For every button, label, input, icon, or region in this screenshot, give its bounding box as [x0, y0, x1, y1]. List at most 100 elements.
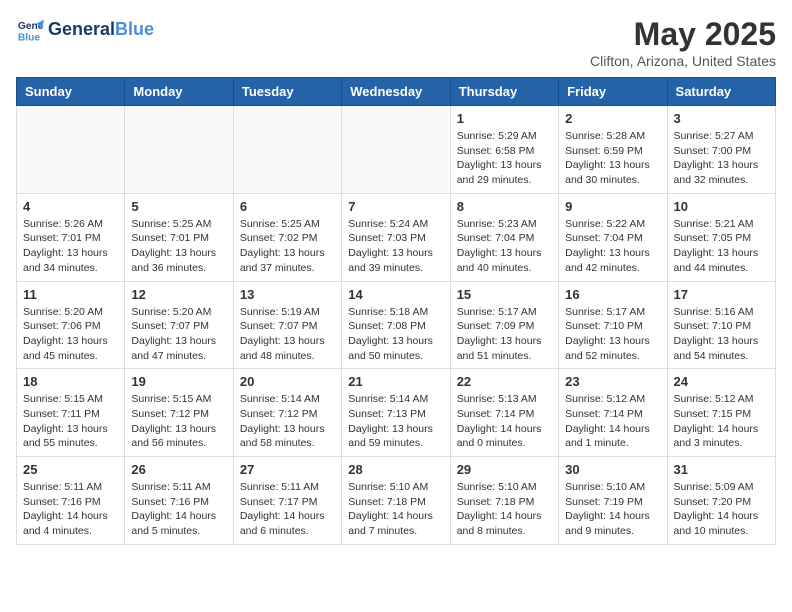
title-block: May 2025 Clifton, Arizona, United States: [590, 16, 776, 69]
calendar-cell: [17, 106, 125, 194]
day-number: 17: [674, 287, 769, 302]
svg-text:Blue: Blue: [18, 32, 41, 43]
calendar-week-row: 18Sunrise: 5:15 AMSunset: 7:11 PMDayligh…: [17, 369, 776, 457]
calendar-cell: 30 Sunrise: 5:10 AMSunset: 7:19 PMDayligh…: [559, 457, 667, 545]
day-number: 24: [674, 374, 769, 389]
calendar-week-row: 4 Sunrise: 5:26 AMSunset: 7:01 PMDaylight…: [17, 193, 776, 281]
day-number: 6: [240, 199, 335, 214]
calendar-week-row: 1 Sunrise: 5:29 AMSunset: 6:58 PMDaylight…: [17, 106, 776, 194]
logo: General Blue GeneralBlue: [16, 16, 154, 44]
day-info: Sunrise: 5:18 AMSunset: 7:08 PMDaylight:…: [348, 305, 443, 364]
calendar-cell: 22Sunrise: 5:13 AMSunset: 7:14 PMDayligh…: [450, 369, 558, 457]
weekday-header: Saturday: [667, 78, 775, 106]
calendar-cell: 7 Sunrise: 5:24 AMSunset: 7:03 PMDaylight…: [342, 193, 450, 281]
calendar-cell: 2 Sunrise: 5:28 AMSunset: 6:59 PMDaylight…: [559, 106, 667, 194]
day-number: 3: [674, 111, 769, 126]
day-info: Sunrise: 5:11 AMSunset: 7:16 PMDaylight:…: [23, 480, 118, 539]
calendar-week-row: 11Sunrise: 5:20 AMSunset: 7:06 PMDayligh…: [17, 281, 776, 369]
calendar-cell: 11Sunrise: 5:20 AMSunset: 7:06 PMDayligh…: [17, 281, 125, 369]
day-number: 20: [240, 374, 335, 389]
day-info: Sunrise: 5:22 AMSunset: 7:04 PMDaylight:…: [565, 217, 660, 276]
day-number: 21: [348, 374, 443, 389]
calendar-cell: 6 Sunrise: 5:25 AMSunset: 7:02 PMDaylight…: [233, 193, 341, 281]
calendar-cell: 3 Sunrise: 5:27 AMSunset: 7:00 PMDaylight…: [667, 106, 775, 194]
logo-text: GeneralBlue: [48, 20, 154, 40]
day-info: Sunrise: 5:27 AMSunset: 7:00 PMDaylight:…: [674, 129, 769, 188]
day-info: Sunrise: 5:10 AMSunset: 7:18 PMDaylight:…: [457, 480, 552, 539]
calendar-cell: [125, 106, 233, 194]
calendar-cell: 9Sunrise: 5:22 AMSunset: 7:04 PMDaylight…: [559, 193, 667, 281]
day-number: 8: [457, 199, 552, 214]
day-info: Sunrise: 5:14 AMSunset: 7:13 PMDaylight:…: [348, 392, 443, 451]
calendar-cell: 29 Sunrise: 5:10 AMSunset: 7:18 PMDayligh…: [450, 457, 558, 545]
calendar-cell: 1 Sunrise: 5:29 AMSunset: 6:58 PMDaylight…: [450, 106, 558, 194]
calendar-cell: 16Sunrise: 5:17 AMSunset: 7:10 PMDayligh…: [559, 281, 667, 369]
calendar-cell: 18Sunrise: 5:15 AMSunset: 7:11 PMDayligh…: [17, 369, 125, 457]
day-info: Sunrise: 5:19 AMSunset: 7:07 PMDaylight:…: [240, 305, 335, 364]
day-info: Sunrise: 5:15 AMSunset: 7:11 PMDaylight:…: [23, 392, 118, 451]
weekday-header: Sunday: [17, 78, 125, 106]
calendar-cell: 31Sunrise: 5:09 AMSunset: 7:20 PMDayligh…: [667, 457, 775, 545]
day-number: 4: [23, 199, 118, 214]
calendar-week-row: 25Sunrise: 5:11 AMSunset: 7:16 PMDayligh…: [17, 457, 776, 545]
day-info: Sunrise: 5:11 AMSunset: 7:16 PMDaylight:…: [131, 480, 226, 539]
day-info: Sunrise: 5:28 AMSunset: 6:59 PMDaylight:…: [565, 129, 660, 188]
calendar-cell: 4 Sunrise: 5:26 AMSunset: 7:01 PMDaylight…: [17, 193, 125, 281]
calendar-cell: 27Sunrise: 5:11 AMSunset: 7:17 PMDayligh…: [233, 457, 341, 545]
calendar-cell: 14Sunrise: 5:18 AMSunset: 7:08 PMDayligh…: [342, 281, 450, 369]
calendar-table: SundayMondayTuesdayWednesdayThursdayFrid…: [16, 77, 776, 545]
day-info: Sunrise: 5:17 AMSunset: 7:09 PMDaylight:…: [457, 305, 552, 364]
day-info: Sunrise: 5:25 AMSunset: 7:02 PMDaylight:…: [240, 217, 335, 276]
day-info: Sunrise: 5:12 AMSunset: 7:15 PMDaylight:…: [674, 392, 769, 451]
day-number: 28: [348, 462, 443, 477]
day-info: Sunrise: 5:14 AMSunset: 7:12 PMDaylight:…: [240, 392, 335, 451]
calendar-cell: 28 Sunrise: 5:10 AMSunset: 7:18 PMDayligh…: [342, 457, 450, 545]
day-number: 23: [565, 374, 660, 389]
weekday-header: Friday: [559, 78, 667, 106]
day-info: Sunrise: 5:12 AMSunset: 7:14 PMDaylight:…: [565, 392, 660, 451]
calendar-cell: 13Sunrise: 5:19 AMSunset: 7:07 PMDayligh…: [233, 281, 341, 369]
page-header: General Blue GeneralBlue May 2025 Clifto…: [16, 16, 776, 69]
day-number: 12: [131, 287, 226, 302]
day-info: Sunrise: 5:10 AMSunset: 7:19 PMDaylight:…: [565, 480, 660, 539]
weekday-header: Monday: [125, 78, 233, 106]
day-info: Sunrise: 5:25 AMSunset: 7:01 PMDaylight:…: [131, 217, 226, 276]
day-info: Sunrise: 5:13 AMSunset: 7:14 PMDaylight:…: [457, 392, 552, 451]
day-number: 29: [457, 462, 552, 477]
location: Clifton, Arizona, United States: [590, 53, 776, 69]
day-info: Sunrise: 5:21 AMSunset: 7:05 PMDaylight:…: [674, 217, 769, 276]
day-number: 10: [674, 199, 769, 214]
day-number: 15: [457, 287, 552, 302]
day-info: Sunrise: 5:29 AMSunset: 6:58 PMDaylight:…: [457, 129, 552, 188]
day-number: 1: [457, 111, 552, 126]
day-number: 26: [131, 462, 226, 477]
day-number: 2: [565, 111, 660, 126]
calendar-cell: 17 Sunrise: 5:16 AMSunset: 7:10 PMDayligh…: [667, 281, 775, 369]
calendar-cell: 8 Sunrise: 5:23 AMSunset: 7:04 PMDaylight…: [450, 193, 558, 281]
logo-icon: General Blue: [16, 16, 44, 44]
day-number: 11: [23, 287, 118, 302]
calendar-cell: [342, 106, 450, 194]
day-info: Sunrise: 5:23 AMSunset: 7:04 PMDaylight:…: [457, 217, 552, 276]
day-info: Sunrise: 5:24 AMSunset: 7:03 PMDaylight:…: [348, 217, 443, 276]
calendar-cell: 15 Sunrise: 5:17 AMSunset: 7:09 PMDayligh…: [450, 281, 558, 369]
day-info: Sunrise: 5:16 AMSunset: 7:10 PMDaylight:…: [674, 305, 769, 364]
calendar-cell: 12Sunrise: 5:20 AMSunset: 7:07 PMDayligh…: [125, 281, 233, 369]
calendar-cell: 25Sunrise: 5:11 AMSunset: 7:16 PMDayligh…: [17, 457, 125, 545]
day-number: 27: [240, 462, 335, 477]
month-title: May 2025: [590, 16, 776, 53]
weekday-header-row: SundayMondayTuesdayWednesdayThursdayFrid…: [17, 78, 776, 106]
calendar-cell: 5Sunrise: 5:25 AMSunset: 7:01 PMDaylight…: [125, 193, 233, 281]
day-number: 19: [131, 374, 226, 389]
calendar-cell: [233, 106, 341, 194]
calendar-cell: 23 Sunrise: 5:12 AMSunset: 7:14 PMDayligh…: [559, 369, 667, 457]
day-info: Sunrise: 5:15 AMSunset: 7:12 PMDaylight:…: [131, 392, 226, 451]
calendar-cell: 20 Sunrise: 5:14 AMSunset: 7:12 PMDayligh…: [233, 369, 341, 457]
calendar-cell: 10 Sunrise: 5:21 AMSunset: 7:05 PMDayligh…: [667, 193, 775, 281]
day-number: 7: [348, 199, 443, 214]
day-number: 30: [565, 462, 660, 477]
weekday-header: Thursday: [450, 78, 558, 106]
day-info: Sunrise: 5:26 AMSunset: 7:01 PMDaylight:…: [23, 217, 118, 276]
day-info: Sunrise: 5:10 AMSunset: 7:18 PMDaylight:…: [348, 480, 443, 539]
calendar-cell: 24 Sunrise: 5:12 AMSunset: 7:15 PMDayligh…: [667, 369, 775, 457]
